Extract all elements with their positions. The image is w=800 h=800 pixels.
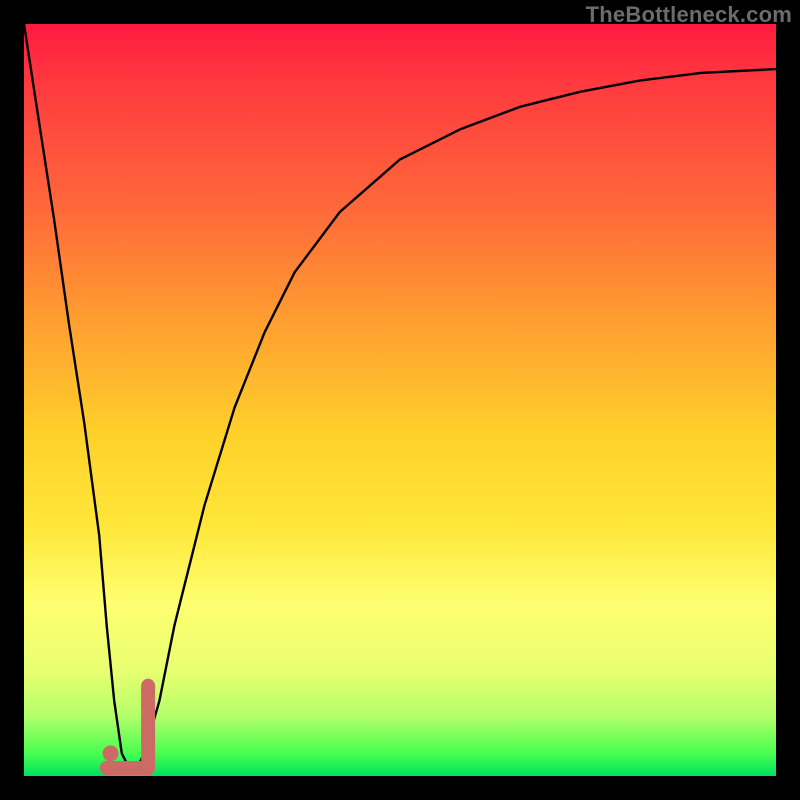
chart-frame: TheBottleneck.com (0, 0, 800, 800)
selected-marker-dot (103, 745, 119, 761)
plot-area (24, 24, 776, 776)
curve-layer (24, 24, 776, 776)
bottleneck-curve-path (24, 24, 776, 769)
watermark-text: TheBottleneck.com (586, 2, 792, 28)
